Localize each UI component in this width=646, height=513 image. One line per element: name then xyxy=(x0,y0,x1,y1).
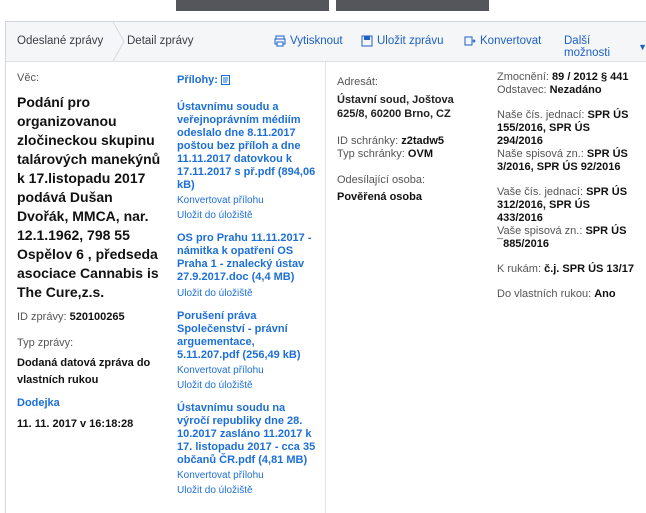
attachment-item: OS pro Prahu 11.11.2017 - námitka k opat… xyxy=(177,232,317,299)
attachment-item: Ústavnímu soudu na výročí republiky dne … xyxy=(177,402,317,496)
print-label: Vytisknout xyxy=(290,35,343,47)
paragraph-value: Nezadáno xyxy=(549,84,602,96)
our-ref-row: Naše čís. jednací: SPR ÚS 155/2016, SPR … xyxy=(497,109,637,148)
authorization-value: 89 / 2012 § 441 xyxy=(552,71,629,83)
attachment-item: Ústavnímu soudu a veřejnoprávním médiím … xyxy=(177,101,317,221)
box-type-label: Typ schránky: xyxy=(337,148,405,160)
attachment-item: Porušení práva Společenství - právní arg… xyxy=(177,310,317,391)
attachment-link[interactable]: OS pro Prahu 11.11.2017 - námitka k opat… xyxy=(177,232,317,284)
print-icon xyxy=(274,35,286,47)
recipient-column: Adresát: Ústavní soud, Joštova 625/8, 60… xyxy=(337,76,467,203)
paragraph-label: Odstavec: xyxy=(497,84,547,96)
id-value: 520100265 xyxy=(69,311,125,323)
save-message-button[interactable]: Uložit zprávu xyxy=(361,35,443,47)
our-ref-label: Naše čís. jednací: xyxy=(497,109,585,121)
breadcrumb-sent[interactable]: Odeslané zprávy xyxy=(17,35,103,47)
type-value: Dodaná datová zpráva do vlastních rukou xyxy=(17,357,151,386)
attachment-link[interactable]: Ústavnímu soudu a veřejnoprávním médiím … xyxy=(177,101,317,192)
breadcrumb-separator-icon xyxy=(112,22,125,61)
box-type-value: OVM xyxy=(407,148,433,160)
box-id-value: z2tadw5 xyxy=(401,135,444,147)
id-row: ID zprávy: 520100265 xyxy=(17,311,162,323)
save-to-storage-link[interactable]: Uložit do úložiště xyxy=(177,380,317,391)
own-hands-label: Do vlastních rukou: xyxy=(497,288,592,300)
more-options-button[interactable]: Další možnosti ▼ xyxy=(564,35,646,59)
save-icon xyxy=(361,35,373,47)
delivery-time: 11. 11. 2017 v 16:18:28 xyxy=(17,418,134,430)
attachments-header: Přílohy: xyxy=(177,74,317,86)
hands-row: K rukám: č.j. SPR ÚS 13/17 xyxy=(497,263,637,276)
id-label: ID zprávy: xyxy=(17,311,67,323)
attachment-doc-icon[interactable] xyxy=(220,75,230,85)
save-to-storage-link[interactable]: Uložit do úložiště xyxy=(177,210,317,221)
meta-column: Zmocnění: 89 / 2012 § 441 Odstavec: Neza… xyxy=(497,71,637,301)
top-tab-1[interactable] xyxy=(176,0,329,11)
breadcrumb: Odeslané zprávy Detail zprávy Vytisknout… xyxy=(6,22,646,62)
caret-down-icon: ▼ xyxy=(638,42,646,52)
more-options-label: Další možnosti xyxy=(564,35,611,59)
subject-column: Věc: Podání pro organizovanou zločinecko… xyxy=(17,72,162,430)
address-value: Ústavní soud, Joštova 625/8, 60200 Brno,… xyxy=(337,94,454,120)
box-type-row: Typ schránky: OVM xyxy=(337,148,467,160)
attachment-link[interactable]: Ústavnímu soudu na výročí republiky dne … xyxy=(177,402,317,467)
box-id-row: ID schránky: z2tadw5 xyxy=(337,135,467,147)
your-file-row: Vaše spisová zn.: SPR ÚS ¯885/2016 xyxy=(497,225,637,251)
convert-button[interactable]: Konvertovat xyxy=(464,35,541,47)
save-to-storage-link[interactable]: Uložit do úložiště xyxy=(177,485,317,496)
top-tab-2[interactable] xyxy=(336,0,489,11)
convert-attachment-link[interactable]: Konvertovat přílohu xyxy=(177,195,317,206)
authorization-label: Zmocnění: xyxy=(497,71,549,83)
our-file-label: Naše spisová zn.: xyxy=(497,148,584,160)
box-id-label: ID schránky: xyxy=(337,135,399,147)
print-button[interactable]: Vytisknout xyxy=(274,35,343,47)
your-ref-row: Vaše čís. jednací: SPR ÚS 312/2016, SPR … xyxy=(497,186,637,225)
delivery-link[interactable]: Dodejka xyxy=(17,397,162,409)
your-file-label: Vaše spisová zn.: xyxy=(497,225,583,237)
subject-label: Věc: xyxy=(17,72,40,84)
type-label: Typ zprávy: xyxy=(17,337,74,349)
convert-icon xyxy=(464,36,476,46)
sender-label: Odesílající osoba: xyxy=(337,174,426,186)
address-label: Adresát: xyxy=(337,76,378,88)
own-hands-row: Do vlastních rukou: Ano xyxy=(497,288,637,301)
your-ref-label: Vaše čís. jednací: xyxy=(497,186,584,198)
attachments-column: Přílohy: Ústavnímu soudu a veřejnoprávní… xyxy=(177,74,317,496)
top-strip xyxy=(0,0,646,16)
convert-attachment-link[interactable]: Konvertovat přílohu xyxy=(177,470,317,481)
attachment-link[interactable]: Porušení práva Společenství - právní arg… xyxy=(177,310,317,362)
breadcrumb-detail: Detail zprávy xyxy=(127,35,194,47)
save-to-storage-link[interactable]: Uložit do úložiště xyxy=(177,288,317,299)
attachments-label: Přílohy: xyxy=(177,74,218,86)
paragraph-row: Odstavec: Nezadáno xyxy=(497,84,637,97)
subject-text: Podání pro organizovanou zločineckou sku… xyxy=(17,94,161,300)
hands-label: K rukám: xyxy=(497,263,542,275)
column-divider xyxy=(325,62,326,513)
hands-value: č.j. SPR ÚS 13/17 xyxy=(544,263,634,275)
message-detail-card: Odeslané zprávy Detail zprávy Vytisknout… xyxy=(5,21,646,513)
our-file-row: Naše spisová zn.: SPR ÚS 3/2016, SPR ÚS … xyxy=(497,148,637,174)
save-label: Uložit zprávu xyxy=(377,35,444,47)
convert-attachment-link[interactable]: Konvertovat přílohu xyxy=(177,365,317,376)
own-hands-value: Ano xyxy=(594,288,616,300)
authorization-row: Zmocnění: 89 / 2012 § 441 xyxy=(497,71,637,84)
sender-value: Pověřená osoba xyxy=(337,191,422,203)
convert-label: Konvertovat xyxy=(480,35,542,47)
